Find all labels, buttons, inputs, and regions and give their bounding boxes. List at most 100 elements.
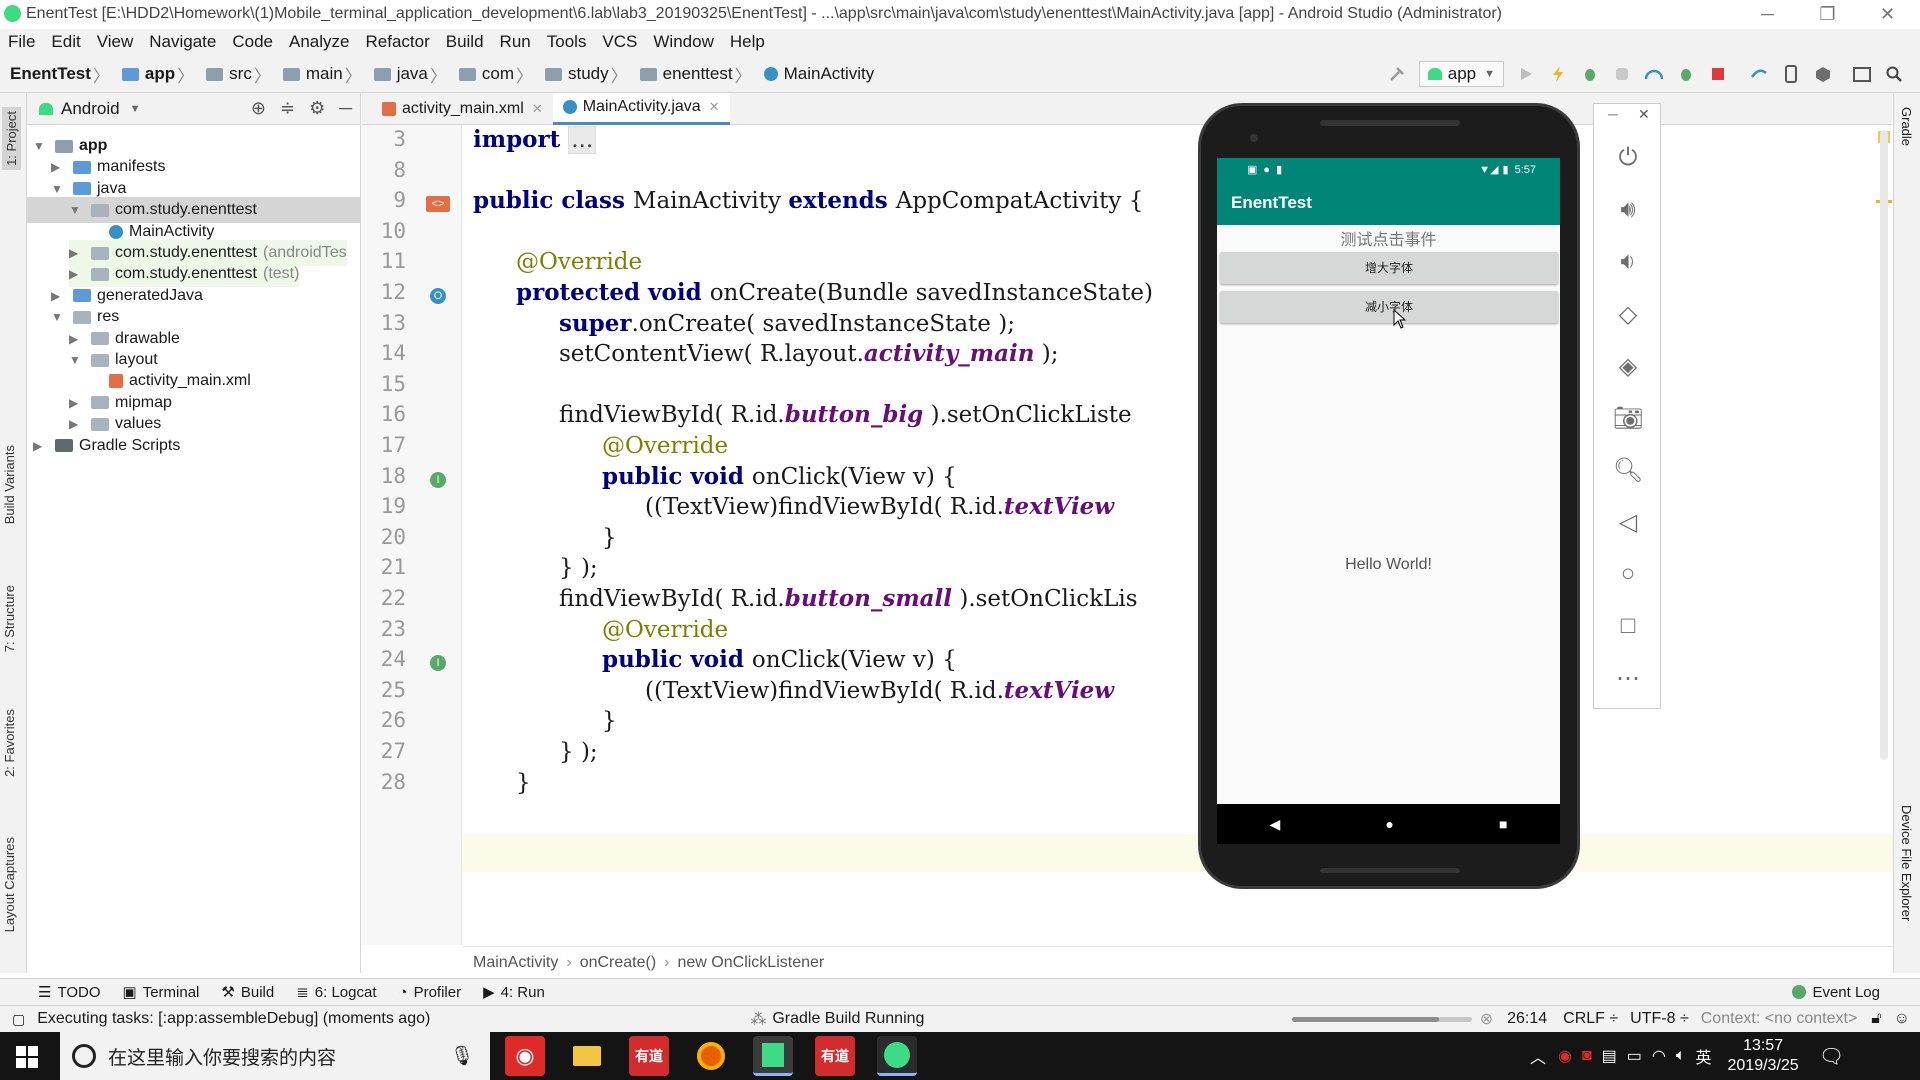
coverage-icon[interactable] bbox=[1611, 63, 1633, 85]
firefox-icon[interactable] bbox=[691, 1036, 731, 1076]
inspector-icon[interactable]: ☺︎ bbox=[1894, 1010, 1910, 1028]
run-config-select[interactable]: app ▼ bbox=[1418, 61, 1504, 87]
hammer-icon[interactable] bbox=[1386, 63, 1408, 85]
breadcrumb-item[interactable]: java 〉 bbox=[373, 62, 453, 87]
volume-icon[interactable]: 🔈︎ bbox=[1676, 1047, 1686, 1065]
chevron-up-icon[interactable]: ︿ bbox=[1530, 1044, 1546, 1068]
implement-marker-icon[interactable]: I bbox=[430, 655, 446, 672]
toggle-panels-icon[interactable]: ▢ bbox=[12, 1011, 25, 1028]
tray-window-icon[interactable]: ▤ bbox=[1602, 1046, 1617, 1066]
wifi-icon[interactable]: ◠ bbox=[1652, 1046, 1666, 1066]
ime-indicator[interactable]: 英 bbox=[1695, 1044, 1711, 1068]
camera-icon[interactable]: 📷︎ bbox=[1594, 404, 1662, 433]
menu-navigate[interactable]: Navigate bbox=[141, 29, 224, 56]
chevron-right-icon[interactable]: ▶ bbox=[51, 160, 65, 174]
minimize-icon[interactable]: ─ bbox=[1740, 0, 1795, 29]
more-icon[interactable]: ⋯ bbox=[1594, 664, 1662, 693]
sync-gradle-icon[interactable] bbox=[1748, 63, 1770, 85]
breadcrumb-item[interactable]: enenttest 〉 bbox=[639, 62, 758, 87]
menu-view[interactable]: View bbox=[89, 29, 142, 56]
volume-up-icon[interactable]: 🔊︎ bbox=[1594, 196, 1662, 224]
increase-font-button[interactable]: 增大字体 bbox=[1220, 252, 1558, 284]
folded-code[interactable]: ... bbox=[568, 126, 597, 154]
tray-app-icon[interactable]: ◙ bbox=[1582, 1047, 1592, 1065]
code-editor[interactable]: import ... public class MainActivity exte… bbox=[463, 125, 1893, 945]
tab-event-log[interactable]: Event Log bbox=[1792, 984, 1880, 1001]
caret-position[interactable]: 26:14 bbox=[1507, 1010, 1547, 1028]
chevron-down-icon[interactable]: ▼ bbox=[69, 353, 83, 367]
tab-layout-captures[interactable]: Layout Captures bbox=[2, 837, 17, 932]
tab-logcat[interactable]: ≣ 6: Logcat bbox=[296, 983, 376, 1002]
menu-help[interactable]: Help bbox=[722, 29, 773, 56]
override-marker-icon[interactable]: O bbox=[430, 288, 446, 304]
breadcrumb-item[interactable]: main 〉 bbox=[282, 62, 368, 87]
tab-build[interactable]: ⚒ Build bbox=[221, 983, 274, 1002]
battery-icon[interactable]: ▭ bbox=[1627, 1046, 1642, 1066]
decrease-font-button[interactable]: 减小字体 bbox=[1220, 291, 1558, 323]
chevron-right-icon[interactable]: ▶ bbox=[69, 267, 83, 281]
chevron-right-icon[interactable]: ▶ bbox=[51, 289, 65, 303]
windows-start-icon[interactable] bbox=[16, 1046, 38, 1073]
editor-scrollbar[interactable] bbox=[1880, 130, 1888, 760]
stop-icon[interactable] bbox=[1707, 63, 1729, 85]
editor-breadcrumb-item[interactable]: onCreate() bbox=[580, 954, 656, 972]
run-icon[interactable] bbox=[1515, 63, 1537, 85]
breadcrumb-item[interactable]: MainActivity bbox=[763, 64, 874, 84]
overview-icon[interactable]: □ bbox=[1594, 612, 1662, 640]
close-tab-icon[interactable]: ✕ bbox=[709, 99, 720, 115]
recents-icon[interactable]: ■ bbox=[1499, 816, 1507, 832]
locate-icon[interactable]: ⊕ bbox=[251, 98, 266, 119]
editor-breadcrumb-item[interactable]: new OnClickListener bbox=[678, 954, 825, 972]
breadcrumb-item[interactable]: com 〉 bbox=[458, 62, 539, 87]
chevron-right-icon[interactable]: ▶ bbox=[69, 396, 83, 410]
restore-icon[interactable]: ❐ bbox=[1800, 0, 1855, 29]
lock-icon[interactable]: 🔓︎ bbox=[1871, 1010, 1881, 1028]
sdk-manager-icon[interactable] bbox=[1812, 63, 1834, 85]
tab-mainactivity-java[interactable]: MainActivity.java ✕ bbox=[552, 92, 730, 125]
tab-activity-main-xml[interactable]: activity_main.xml ✕ bbox=[372, 93, 553, 125]
menu-run[interactable]: Run bbox=[492, 29, 539, 56]
home-icon[interactable]: ○ bbox=[1594, 560, 1662, 588]
menu-analyze[interactable]: Analyze bbox=[281, 29, 357, 56]
breadcrumb-item[interactable]: study 〉 bbox=[545, 62, 634, 87]
file-encoding[interactable]: UTF-8 ÷ bbox=[1630, 1010, 1689, 1028]
menu-vcs[interactable]: VCS bbox=[594, 29, 645, 56]
tree-item[interactable]: ▶ Gradle Scripts bbox=[33, 433, 180, 459]
breadcrumb-item[interactable]: app 〉 bbox=[121, 62, 200, 87]
tab-device-file-explorer[interactable]: Device File Explorer bbox=[1899, 805, 1914, 921]
project-view-select[interactable]: Android bbox=[61, 99, 120, 119]
project-structure-icon[interactable] bbox=[1851, 63, 1873, 85]
volume-down-icon[interactable]: 🔉︎ bbox=[1594, 248, 1662, 276]
chevron-right-icon[interactable]: ▶ bbox=[33, 439, 47, 453]
power-icon[interactable]: ⏻ bbox=[1594, 144, 1662, 172]
tab-todo[interactable]: ☰ TODO bbox=[38, 983, 101, 1002]
apply-changes-icon[interactable] bbox=[1547, 63, 1569, 85]
minimize-emulator-icon[interactable]: ─ bbox=[1608, 106, 1618, 122]
netease-music-icon[interactable]: ◉ bbox=[505, 1036, 545, 1076]
chevron-down-icon[interactable]: ▼ bbox=[130, 103, 141, 115]
gear-icon[interactable]: ⚙ bbox=[309, 98, 325, 119]
close-emulator-icon[interactable]: ✕ bbox=[1638, 106, 1650, 123]
hide-icon[interactable]: ─ bbox=[339, 98, 352, 119]
netease-tray-icon[interactable]: ◉ bbox=[1558, 1046, 1572, 1066]
search-icon[interactable] bbox=[1883, 63, 1905, 85]
file-explorer-icon[interactable] bbox=[567, 1036, 607, 1076]
collapse-all-icon[interactable]: ≑ bbox=[280, 98, 295, 119]
back-icon[interactable]: ◀ bbox=[1270, 816, 1281, 833]
menu-file[interactable]: File bbox=[0, 29, 43, 56]
tab-project[interactable]: 1: Project bbox=[2, 107, 21, 170]
tab-run[interactable]: ▶ 4: Run bbox=[483, 983, 545, 1002]
chevron-down-icon[interactable]: ▼ bbox=[51, 310, 65, 324]
youdao-dict-icon[interactable]: 有道 bbox=[629, 1036, 669, 1076]
line-separator[interactable]: CRLF ÷ bbox=[1563, 1010, 1618, 1028]
chevron-right-icon[interactable]: ▶ bbox=[69, 417, 83, 431]
rotate-left-icon[interactable]: ◇ bbox=[1594, 300, 1662, 329]
breadcrumb-item[interactable]: src 〉 bbox=[206, 62, 277, 87]
menu-build[interactable]: Build bbox=[438, 29, 492, 56]
home-icon[interactable]: ● bbox=[1385, 816, 1393, 832]
clock[interactable]: 13:57 2019/3/25 bbox=[1728, 1036, 1799, 1076]
menu-refactor[interactable]: Refactor bbox=[357, 29, 437, 56]
chevron-down-icon[interactable]: ▼ bbox=[33, 139, 47, 153]
zoom-icon[interactable]: 🔍︎ bbox=[1594, 456, 1662, 485]
layout-link-icon[interactable]: <> bbox=[426, 196, 450, 213]
